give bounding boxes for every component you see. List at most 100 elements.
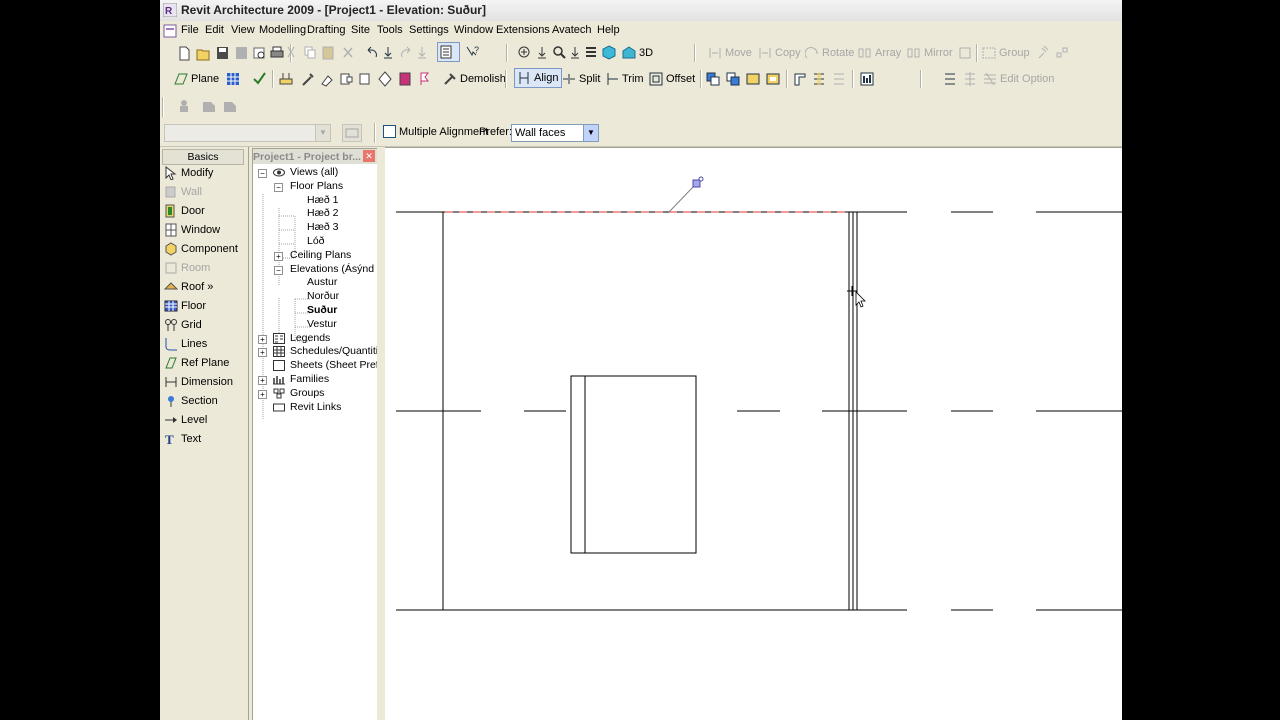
design-bar-item-window[interactable]: Window [164,221,220,239]
tree-node[interactable]: Groups [290,387,324,399]
expand-icon[interactable]: + [274,251,283,261]
design-bar-item-grid[interactable]: Grid [164,316,202,334]
tab-basics[interactable]: Basics [162,149,244,165]
expand-icon[interactable]: + [258,389,267,399]
menu-modelling[interactable]: Modelling [259,24,306,36]
copy-button[interactable]: Copy [758,43,801,63]
copy-icon[interactable] [303,43,317,63]
tree-node[interactable]: Lóð [307,235,325,247]
move-button[interactable]: Move [708,43,752,63]
wall-join-icon[interactable] [793,69,807,89]
menu-edit[interactable]: Edit [205,24,224,36]
grid-toggle-icon[interactable] [226,69,240,89]
menu-tools[interactable]: Tools [377,24,403,36]
view-3d-button[interactable]: 3D [622,43,653,63]
work-plane-button[interactable]: Plane [174,69,219,89]
tree-node[interactable]: Revit Links [290,401,341,413]
tree-node[interactable]: Elevations (Ásýnd u [290,263,383,275]
chevron-down-icon[interactable]: ▼ [583,125,598,141]
eyedropper-icon[interactable] [301,69,315,89]
close-icon[interactable]: ✕ [363,150,375,162]
copy-to-clipboard-icon[interactable] [706,69,720,89]
tree-node[interactable]: Sheets (Sheet Prefix [290,359,386,371]
paste-to-level-icon[interactable] [746,69,760,89]
demolish-button[interactable]: Demolish [443,69,506,89]
menu-settings[interactable]: Settings [409,24,449,36]
zoom-magnifier-icon[interactable] [552,43,566,63]
split-face-icon[interactable] [398,69,412,89]
checkbox-box[interactable] [383,125,396,138]
menu-help[interactable]: Help [597,24,620,36]
save-icon[interactable] [215,43,229,63]
design-bar-item-door[interactable]: Door [164,202,205,220]
join-geometry-icon[interactable] [339,69,353,89]
workset-request-icon[interactable] [223,96,237,116]
design-bar-item-modify[interactable]: Modify [164,164,213,182]
tree-node[interactable]: Vestur [307,318,337,330]
menu-file[interactable]: File [181,24,199,36]
menu-site[interactable]: Site [351,24,370,36]
design-bar-item-section[interactable]: Section [164,392,218,410]
worksets-icon[interactable] [177,96,191,116]
design-bar-item-lines[interactable]: Lines [164,335,207,353]
design-bar-item-component[interactable]: Component [164,240,238,258]
door-element[interactable] [570,375,697,554]
redo-icon[interactable] [399,43,413,63]
offset-button[interactable]: Offset [649,69,695,89]
unpin-icon[interactable] [1055,43,1069,63]
drag-grip-icon[interactable] [692,179,701,188]
save-to-central-icon[interactable] [234,43,248,63]
paste-icon[interactable] [321,43,335,63]
print-icon[interactable] [270,43,284,63]
resize-icon[interactable] [958,43,972,63]
cut-geometry-icon[interactable] [378,69,392,89]
open-folder-icon[interactable] [196,43,210,63]
undo-dropdown-icon[interactable] [382,43,394,63]
tree-node[interactable]: Views (all) [290,166,338,178]
cut-profile-icon[interactable] [832,69,846,89]
expand-icon[interactable]: + [258,348,267,358]
detail-component-icon[interactable] [860,69,874,89]
type-selector[interactable]: ▼ [164,124,331,142]
tree-node[interactable]: Hæð 2 [307,207,339,219]
menu-window[interactable]: Window [454,24,493,36]
group-button[interactable]: Group [982,43,1030,63]
type-properties-button[interactable] [342,124,362,142]
array-button[interactable]: Array [858,43,901,63]
design-bar-item-dimension[interactable]: Dimension [164,373,233,391]
cut-icon[interactable] [284,43,298,63]
add-to-set-icon[interactable] [963,69,977,89]
multiple-alignment-checkbox[interactable]: Multiple Alignment [383,125,488,138]
visibility-graphics-icon[interactable] [584,43,598,63]
paste-to-view-icon[interactable] [766,69,780,89]
workset-settings-icon[interactable] [202,96,216,116]
trim-button[interactable]: Trim [605,69,644,89]
pin-icon[interactable] [1036,43,1050,63]
zoom-in-region-icon[interactable] [518,43,532,63]
tree-node[interactable]: Suður [307,304,337,316]
prefer-select[interactable]: Wall faces ▼ [511,124,599,142]
tree-node[interactable]: Ceiling Plans [290,249,351,261]
menu-drafting[interactable]: Drafting [307,24,346,36]
tree-node[interactable]: Floor Plans [290,180,343,192]
design-bar-item-floor[interactable]: Floor [164,297,206,315]
design-bar-item-roof[interactable]: Roof » [164,278,213,296]
delete-icon[interactable] [341,43,355,63]
tree-node[interactable]: Schedules/Quantitie [290,345,384,357]
design-bar-item-level[interactable]: Level [164,411,207,429]
menu-extensions[interactable]: Extensions [496,24,550,36]
drawing-area[interactable] [385,147,1122,720]
zoom-dropdown-icon[interactable] [536,43,548,63]
collapse-icon[interactable]: − [274,265,283,275]
default-3d-view-icon[interactable] [602,43,616,63]
match-type-icon[interactable] [279,69,293,89]
paint-face-icon[interactable] [418,69,432,89]
unjoin-geometry-icon[interactable] [358,69,372,89]
tree-node[interactable]: Norður [307,290,339,302]
undo-icon[interactable] [365,43,379,63]
split-button[interactable]: Split [562,69,600,89]
elevation-drawing[interactable] [385,148,1122,720]
spell-check-icon[interactable] [252,69,266,89]
paint-icon[interactable] [320,69,334,89]
collapse-icon[interactable]: − [274,182,283,192]
